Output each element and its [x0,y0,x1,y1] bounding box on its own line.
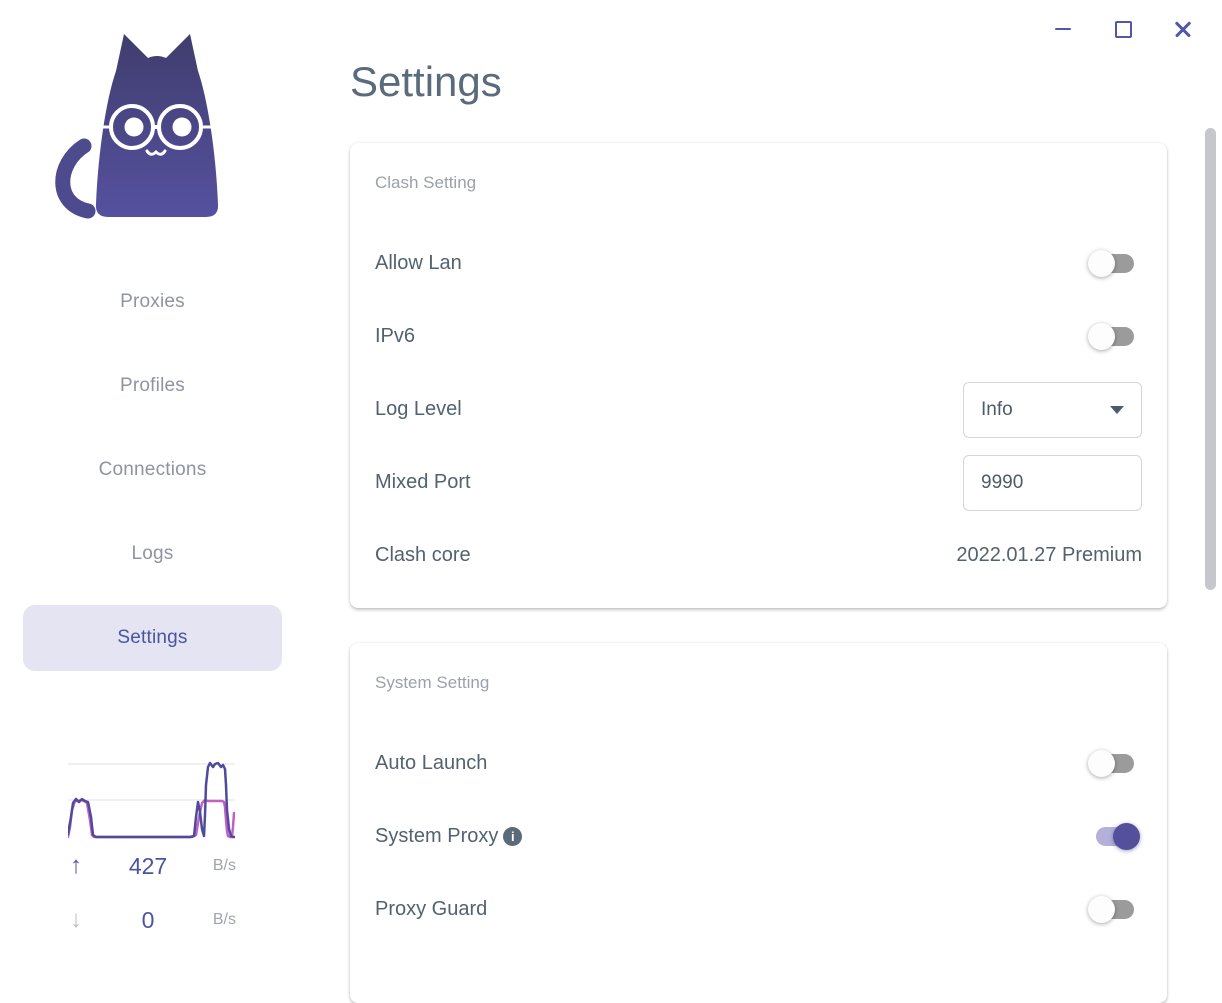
mixed-port-input[interactable] [963,454,1142,511]
setting-row-proxy-guard: Proxy Guard [375,873,1142,946]
card-header: System Setting [375,673,490,693]
ipv6-toggle[interactable] [1086,323,1142,351]
app-window: { "icons": { "minimize": "minimize-bar",… [0,0,1222,1003]
clash-core-version: 2022.01.27 Premium [956,544,1142,567]
vertical-scrollbar[interactable] [1205,128,1216,590]
row-label: Allow Lan [375,252,462,275]
main-content: Settings Clash Setting Allow Lan IPv6 Lo… [350,0,1167,1003]
sidebar-item-profiles[interactable]: Profiles [0,344,305,428]
row-label: Mixed Port [375,471,471,494]
sidebar-item-logs[interactable]: Logs [0,512,305,596]
setting-row-log-level: Log Level Info [375,373,1142,446]
row-label: Proxy Guard [375,898,488,921]
upload-value: 427 [128,852,168,879]
row-label: IPv6 [375,325,416,348]
upload-arrow-icon: ↑ [70,852,82,879]
traffic-panel: ↑ 427 B/s ↓ 0 B/s [0,755,305,947]
clash-cat-logo [48,28,258,220]
auto-launch-toggle[interactable] [1086,750,1142,778]
traffic-graph [66,755,237,839]
setting-row-clash-core: Clash core 2022.01.27 Premium [375,519,1142,592]
sidebar-item-settings[interactable]: Settings [23,605,282,671]
chevron-down-icon [1110,405,1124,414]
upload-stat: ↑ 427 B/s [70,839,236,893]
sidebar-nav: Proxies Profiles Connections Logs Settin… [0,260,305,671]
row-label: System Proxy i [375,825,523,848]
download-stat: ↓ 0 B/s [70,893,236,947]
sidebar-item-proxies[interactable]: Proxies [0,260,305,344]
download-arrow-icon: ↓ [70,906,82,933]
setting-row-allow-lan: Allow Lan [375,227,1142,300]
cat-mascot-icon [54,34,219,219]
setting-row-auto-launch: Auto Launch [375,727,1142,800]
card-header: Clash Setting [375,173,477,193]
log-level-select[interactable]: Info [963,381,1142,438]
row-label: Auto Launch [375,752,488,775]
download-unit: B/s [212,911,236,928]
info-icon[interactable]: i [503,827,523,847]
sidebar: Proxies Profiles Connections Logs Settin… [0,0,305,956]
traffic-sparkline [66,761,237,839]
clash-setting-card: Clash Setting Allow Lan IPv6 Log Level I… [350,143,1167,609]
download-value: 0 [141,906,155,933]
log-level-value: Info [981,398,1013,420]
system-setting-card: System Setting Auto Launch System Proxy … [350,643,1167,1003]
row-label: Clash core [375,544,471,567]
setting-row-system-proxy: System Proxy i [375,800,1142,873]
upload-unit: B/s [212,857,236,874]
proxy-guard-toggle[interactable] [1086,896,1142,924]
setting-row-ipv6: IPv6 [375,300,1142,373]
page-title: Settings [350,58,502,105]
row-label: Log Level [375,398,462,421]
system-proxy-toggle[interactable] [1086,823,1142,851]
setting-row-mixed-port: Mixed Port [375,446,1142,519]
sidebar-item-connections[interactable]: Connections [0,428,305,512]
close-icon[interactable] [1172,18,1194,40]
row-label-text: System Proxy [375,825,499,848]
allow-lan-toggle[interactable] [1086,250,1142,278]
